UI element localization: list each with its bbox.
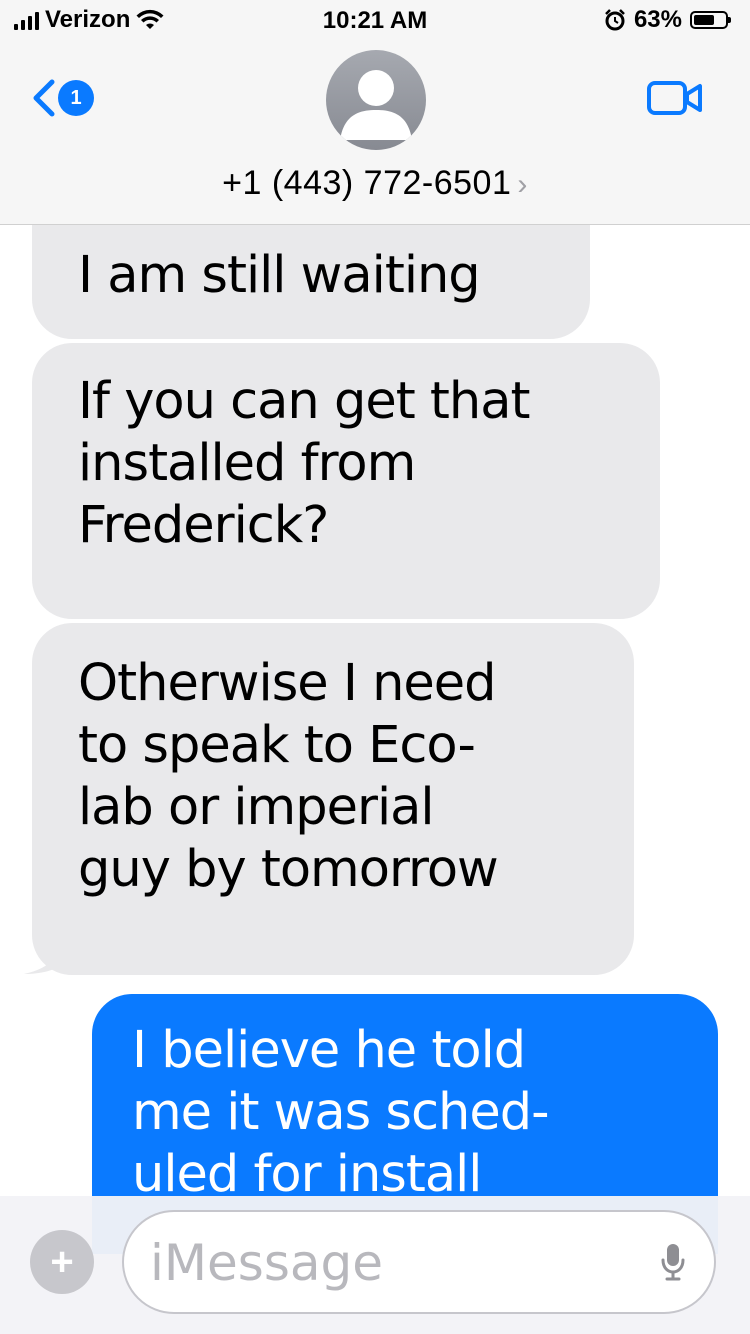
conversation-header: 1 +1 (443) 772-6501 › [0,40,750,225]
message-text: I am still waiting [78,246,481,305]
contact-phone: +1 (443) 772-6501 [222,164,512,202]
video-call-button[interactable] [646,80,704,121]
message-text: If you can get that installed from Frede… [78,372,530,555]
alarm-icon [605,9,625,31]
back-button[interactable]: 1 [30,78,94,118]
message-text: Otherwise I need to speak to Eco- lab or… [78,654,499,899]
contact-name[interactable]: +1 (443) 772-6501 › [0,164,750,203]
status-bar: Verizon 10:21 AM 63% [0,0,750,40]
battery-icon [690,11,731,29]
chevron-right-icon: › [517,168,528,201]
message-field[interactable] [122,1210,716,1314]
video-call-icon [647,81,702,115]
avatar-icon [340,70,412,140]
message-bubble-received[interactable]: I am still waiting [32,225,590,339]
compose-bar: + [0,1196,750,1334]
battery-percent: 63% [633,6,682,33]
bubble-tail [24,930,62,974]
message-bubble-received[interactable]: Otherwise I need to speak to Eco- lab or… [32,623,634,975]
message-bubble-received[interactable]: If you can get that installed from Frede… [32,343,660,619]
message-text: I believe he told me it was sched- uled … [132,1021,549,1204]
add-attachment-button[interactable]: + [30,1230,94,1294]
avatar[interactable] [326,50,426,150]
status-right: 63% [604,6,731,34]
back-chevron-icon [33,79,55,117]
unread-badge: 1 [58,80,94,116]
microphone-icon[interactable] [660,1242,686,1282]
message-input[interactable] [148,1230,632,1296]
